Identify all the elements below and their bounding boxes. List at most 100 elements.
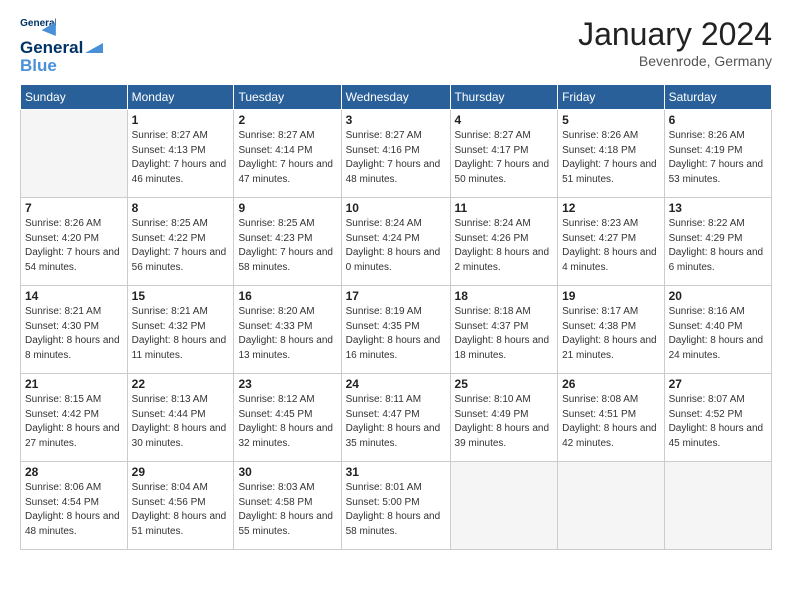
day-info: Sunrise: 8:24 AMSunset: 4:24 PMDaylight:… — [346, 217, 446, 275]
day-info: Sunrise: 8:19 AMSunset: 4:35 PMDaylight:… — [346, 305, 446, 363]
day-info: Sunrise: 8:15 AMSunset: 4:42 PMDaylight:… — [25, 393, 123, 451]
col-wednesday: Wednesday — [341, 85, 450, 110]
day-info: Sunrise: 8:25 AMSunset: 4:23 PMDaylight:… — [238, 217, 336, 275]
day-number: 11 — [455, 201, 554, 215]
day-number: 26 — [562, 377, 659, 391]
day-info: Sunrise: 8:24 AMSunset: 4:26 PMDaylight:… — [455, 217, 554, 275]
calendar-cell: 18 Sunrise: 8:18 AMSunset: 4:37 PMDaylig… — [450, 286, 558, 374]
calendar-cell: 14 Sunrise: 8:21 AMSunset: 4:30 PMDaylig… — [21, 286, 128, 374]
calendar-cell — [450, 462, 558, 550]
day-number: 24 — [346, 377, 446, 391]
calendar-cell: 23 Sunrise: 8:12 AMSunset: 4:45 PMDaylig… — [234, 374, 341, 462]
day-number: 19 — [562, 289, 659, 303]
calendar-cell — [664, 462, 771, 550]
calendar-cell: 22 Sunrise: 8:13 AMSunset: 4:44 PMDaylig… — [127, 374, 234, 462]
day-number: 27 — [669, 377, 767, 391]
day-number: 7 — [25, 201, 123, 215]
day-number: 31 — [346, 465, 446, 479]
day-number: 28 — [25, 465, 123, 479]
calendar-cell: 13 Sunrise: 8:22 AMSunset: 4:29 PMDaylig… — [664, 198, 771, 286]
day-info: Sunrise: 8:16 AMSunset: 4:40 PMDaylight:… — [669, 305, 767, 363]
location: Bevenrode, Germany — [578, 53, 772, 69]
day-number: 3 — [346, 113, 446, 127]
calendar-cell: 1 Sunrise: 8:27 AMSunset: 4:13 PMDayligh… — [127, 110, 234, 198]
day-info: Sunrise: 8:27 AMSunset: 4:14 PMDaylight:… — [238, 129, 336, 187]
day-number: 5 — [562, 113, 659, 127]
col-saturday: Saturday — [664, 85, 771, 110]
day-number: 1 — [132, 113, 230, 127]
calendar-cell: 30 Sunrise: 8:03 AMSunset: 4:58 PMDaylig… — [234, 462, 341, 550]
calendar-week-4: 21 Sunrise: 8:15 AMSunset: 4:42 PMDaylig… — [21, 374, 772, 462]
day-info: Sunrise: 8:08 AMSunset: 4:51 PMDaylight:… — [562, 393, 659, 451]
calendar-cell: 12 Sunrise: 8:23 AMSunset: 4:27 PMDaylig… — [558, 198, 664, 286]
calendar-week-5: 28 Sunrise: 8:06 AMSunset: 4:54 PMDaylig… — [21, 462, 772, 550]
calendar-week-2: 7 Sunrise: 8:26 AMSunset: 4:20 PMDayligh… — [21, 198, 772, 286]
day-number: 20 — [669, 289, 767, 303]
day-info: Sunrise: 8:18 AMSunset: 4:37 PMDaylight:… — [455, 305, 554, 363]
calendar-cell: 19 Sunrise: 8:17 AMSunset: 4:38 PMDaylig… — [558, 286, 664, 374]
day-number: 8 — [132, 201, 230, 215]
day-number: 23 — [238, 377, 336, 391]
day-number: 10 — [346, 201, 446, 215]
day-number: 4 — [455, 113, 554, 127]
col-monday: Monday — [127, 85, 234, 110]
day-info: Sunrise: 8:04 AMSunset: 4:56 PMDaylight:… — [132, 481, 230, 539]
col-tuesday: Tuesday — [234, 85, 341, 110]
col-friday: Friday — [558, 85, 664, 110]
calendar-cell: 31 Sunrise: 8:01 AMSunset: 5:00 PMDaylig… — [341, 462, 450, 550]
day-number: 12 — [562, 201, 659, 215]
calendar-header-row: Sunday Monday Tuesday Wednesday Thursday… — [21, 85, 772, 110]
logo: General General Blue — [20, 16, 105, 76]
day-info: Sunrise: 8:03 AMSunset: 4:58 PMDaylight:… — [238, 481, 336, 539]
calendar-cell: 15 Sunrise: 8:21 AMSunset: 4:32 PMDaylig… — [127, 286, 234, 374]
col-thursday: Thursday — [450, 85, 558, 110]
day-number: 2 — [238, 113, 336, 127]
calendar-cell: 3 Sunrise: 8:27 AMSunset: 4:16 PMDayligh… — [341, 110, 450, 198]
day-number: 29 — [132, 465, 230, 479]
calendar-cell: 10 Sunrise: 8:24 AMSunset: 4:24 PMDaylig… — [341, 198, 450, 286]
calendar-cell: 11 Sunrise: 8:24 AMSunset: 4:26 PMDaylig… — [450, 198, 558, 286]
calendar-cell: 4 Sunrise: 8:27 AMSunset: 4:17 PMDayligh… — [450, 110, 558, 198]
day-number: 13 — [669, 201, 767, 215]
calendar-cell: 28 Sunrise: 8:06 AMSunset: 4:54 PMDaylig… — [21, 462, 128, 550]
day-number: 14 — [25, 289, 123, 303]
calendar-cell: 9 Sunrise: 8:25 AMSunset: 4:23 PMDayligh… — [234, 198, 341, 286]
calendar-cell: 29 Sunrise: 8:04 AMSunset: 4:56 PMDaylig… — [127, 462, 234, 550]
calendar-cell: 5 Sunrise: 8:26 AMSunset: 4:18 PMDayligh… — [558, 110, 664, 198]
calendar-cell — [558, 462, 664, 550]
day-info: Sunrise: 8:20 AMSunset: 4:33 PMDaylight:… — [238, 305, 336, 363]
calendar-cell: 20 Sunrise: 8:16 AMSunset: 4:40 PMDaylig… — [664, 286, 771, 374]
day-info: Sunrise: 8:17 AMSunset: 4:38 PMDaylight:… — [562, 305, 659, 363]
calendar-cell: 21 Sunrise: 8:15 AMSunset: 4:42 PMDaylig… — [21, 374, 128, 462]
calendar-cell: 17 Sunrise: 8:19 AMSunset: 4:35 PMDaylig… — [341, 286, 450, 374]
col-sunday: Sunday — [21, 85, 128, 110]
day-info: Sunrise: 8:27 AMSunset: 4:13 PMDaylight:… — [132, 129, 230, 187]
calendar-cell: 2 Sunrise: 8:27 AMSunset: 4:14 PMDayligh… — [234, 110, 341, 198]
day-number: 30 — [238, 465, 336, 479]
logo-bird — [85, 39, 103, 53]
day-number: 21 — [25, 377, 123, 391]
day-number: 15 — [132, 289, 230, 303]
day-info: Sunrise: 8:25 AMSunset: 4:22 PMDaylight:… — [132, 217, 230, 275]
day-info: Sunrise: 8:12 AMSunset: 4:45 PMDaylight:… — [238, 393, 336, 451]
page: General General Blue January 2024 Bevenr… — [0, 0, 792, 612]
day-info: Sunrise: 8:26 AMSunset: 4:19 PMDaylight:… — [669, 129, 767, 187]
calendar-cell — [21, 110, 128, 198]
day-info: Sunrise: 8:11 AMSunset: 4:47 PMDaylight:… — [346, 393, 446, 451]
calendar-cell: 16 Sunrise: 8:20 AMSunset: 4:33 PMDaylig… — [234, 286, 341, 374]
logo-blue: Blue — [20, 56, 57, 76]
calendar-cell: 26 Sunrise: 8:08 AMSunset: 4:51 PMDaylig… — [558, 374, 664, 462]
day-info: Sunrise: 8:10 AMSunset: 4:49 PMDaylight:… — [455, 393, 554, 451]
day-info: Sunrise: 8:23 AMSunset: 4:27 PMDaylight:… — [562, 217, 659, 275]
day-info: Sunrise: 8:07 AMSunset: 4:52 PMDaylight:… — [669, 393, 767, 451]
calendar-cell: 6 Sunrise: 8:26 AMSunset: 4:19 PMDayligh… — [664, 110, 771, 198]
day-info: Sunrise: 8:21 AMSunset: 4:30 PMDaylight:… — [25, 305, 123, 363]
logo-general: General — [20, 38, 83, 58]
calendar: Sunday Monday Tuesday Wednesday Thursday… — [20, 84, 772, 550]
day-info: Sunrise: 8:27 AMSunset: 4:16 PMDaylight:… — [346, 129, 446, 187]
day-number: 18 — [455, 289, 554, 303]
day-number: 6 — [669, 113, 767, 127]
calendar-cell: 27 Sunrise: 8:07 AMSunset: 4:52 PMDaylig… — [664, 374, 771, 462]
calendar-week-3: 14 Sunrise: 8:21 AMSunset: 4:30 PMDaylig… — [21, 286, 772, 374]
day-info: Sunrise: 8:13 AMSunset: 4:44 PMDaylight:… — [132, 393, 230, 451]
